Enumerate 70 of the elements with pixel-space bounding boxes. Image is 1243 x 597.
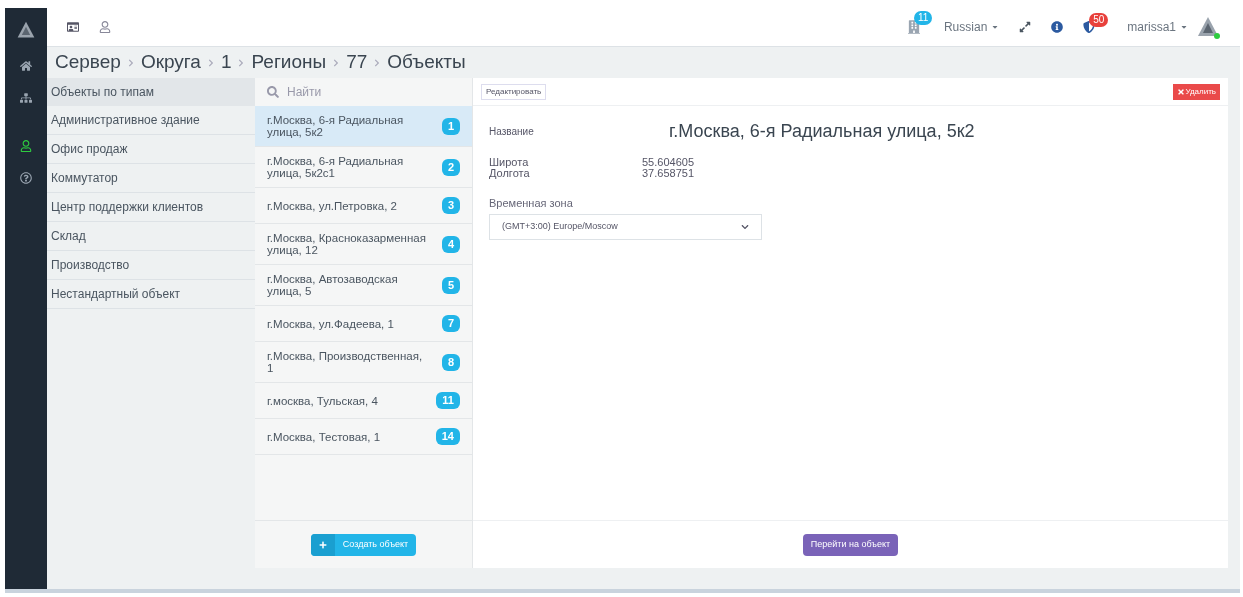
breadcrumb-link[interactable]: Объекты	[387, 48, 466, 77]
user-icon[interactable]	[20, 140, 32, 152]
chevron-right-icon	[332, 58, 341, 67]
breadcrumb-link[interactable]: Сервер	[55, 48, 121, 77]
object-item[interactable]: г.Москва, Производственная, 1 8	[255, 342, 472, 383]
latitude-label: Широта	[489, 157, 529, 168]
count-badge: 2	[441, 158, 460, 176]
plus-icon	[318, 540, 327, 549]
object-name: г.Москва, 6-я Радиальная улица, 5к2	[267, 114, 405, 138]
object-item[interactable]: г.Москва, ул.Фадеева, 1 7	[255, 306, 472, 342]
breadcrumb-link[interactable]: 77	[346, 48, 368, 77]
info-icon[interactable]	[1051, 21, 1064, 33]
count-badge: 1	[441, 117, 460, 135]
object-name: г.Москва, Автозаводская улица, 5	[267, 273, 399, 297]
object-item[interactable]: г.Москва, Красноказарменная улица, 12 4	[255, 224, 472, 265]
count-badge: 4	[441, 235, 460, 253]
go-to-object-button[interactable]: Перейти на объект	[802, 533, 899, 556]
language-dropdown[interactable]: Russian	[943, 18, 1000, 36]
latitude-value: 55.604605	[642, 157, 694, 168]
object-title: г.Москва, 6-я Радиальная улица, 5к2	[669, 120, 975, 143]
edit-button[interactable]: Редактировать	[481, 83, 547, 100]
search-icon	[267, 86, 279, 98]
object-name: г.москва, Тульская, 4	[267, 394, 379, 407]
count-badge: 7	[441, 315, 460, 332]
breadcrumb-link[interactable]: Округа	[140, 48, 201, 77]
category-header: Объекты по типам	[47, 78, 255, 106]
object-item[interactable]: г.Москва, ул.Петровка, 2 3	[255, 188, 472, 224]
caret-icon	[1180, 23, 1188, 31]
caret-icon	[991, 23, 1000, 31]
object-item[interactable]: г.Москва, 6-я Радиальная улица, 5к2 1	[255, 106, 472, 147]
object-name: г.Москва, Красноказарменная улица, 12	[267, 232, 427, 256]
chevron-right-icon	[126, 58, 135, 67]
longitude-label: Долгота	[489, 168, 531, 179]
alert-badge: 50	[1089, 13, 1109, 27]
card-icon[interactable]	[67, 21, 79, 33]
count-badge: 5	[441, 276, 460, 294]
chevron-right-icon	[206, 58, 215, 67]
chevron-right-icon	[373, 58, 382, 67]
longitude-value: 37.658751	[642, 168, 694, 179]
sitemap-icon[interactable]	[20, 92, 32, 104]
chevron-down-icon	[741, 222, 749, 231]
user-menu[interactable]: marissa1	[1127, 18, 1188, 36]
help-icon[interactable]	[20, 172, 32, 184]
object-name: г.Москва, Производственная, 1	[267, 350, 424, 374]
object-name: г.Москва, 6-я Радиальная улица, 5к2с1	[267, 155, 405, 179]
user-icon[interactable]	[99, 21, 111, 33]
breadcrumb-link[interactable]: 1	[220, 48, 232, 77]
home-icon[interactable]	[20, 60, 32, 72]
chevron-right-icon	[237, 58, 246, 67]
object-name: г.Москва, ул.Петровка, 2	[267, 199, 398, 212]
close-icon	[1177, 87, 1186, 96]
name-label: Название	[489, 125, 535, 139]
notification-badge: 11	[913, 11, 933, 25]
logo-icon	[16, 20, 36, 40]
object-name: г.Москва, ул.Фадеева, 1	[267, 317, 395, 330]
delete-button[interactable]: Удалить	[1173, 83, 1220, 100]
breadcrumb-link[interactable]: Регионы	[251, 48, 327, 77]
timezone-label: Временная зона	[489, 196, 574, 211]
count-badge: 14	[435, 428, 460, 445]
object-item[interactable]: г.москва, Тульская, 4 11	[255, 383, 472, 419]
count-badge: 11	[436, 392, 460, 409]
object-item[interactable]: г.Москва, Тестовая, 1 14	[255, 419, 472, 455]
object-item[interactable]: г.Москва, Автозаводская улица, 5 5	[255, 265, 472, 306]
expand-icon[interactable]	[1019, 21, 1032, 33]
timezone-select[interactable]: (GMT+3:00) Europe/Moscow	[489, 213, 762, 240]
search-placeholder: Найти	[287, 84, 322, 101]
object-name: г.Москва, Тестовая, 1	[267, 430, 382, 443]
count-badge: 3	[441, 197, 460, 214]
count-badge: 8	[441, 353, 460, 371]
object-item[interactable]: г.Москва, 6-я Радиальная улица, 5к2с1 2	[255, 147, 472, 188]
